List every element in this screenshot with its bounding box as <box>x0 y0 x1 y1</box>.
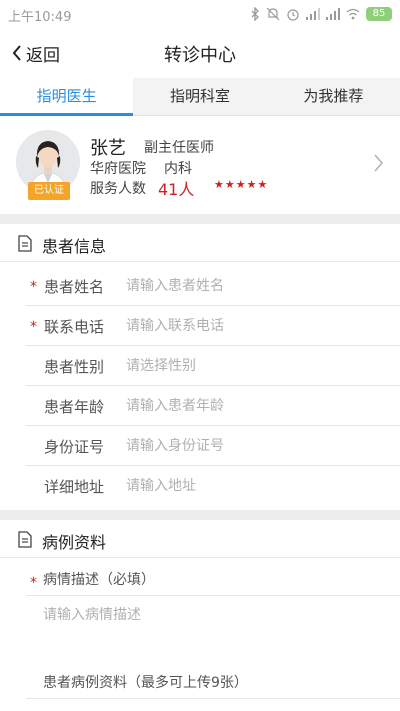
star-icon: ★ <box>214 178 224 191</box>
page-title: 转诊中心 <box>164 45 236 66</box>
patient-info-header: 患者信息 <box>0 224 400 262</box>
chevron-right-icon <box>374 154 383 172</box>
battery-icon: 85 <box>366 7 392 21</box>
signal-icon <box>306 8 320 20</box>
doctor-card[interactable]: 已认证 张艺 副主任医师 华府医院 内科 服务人数 41人 ★ ★ ★ ★ ★ <box>0 116 400 214</box>
contact-phone-input[interactable] <box>126 315 376 337</box>
back-label: 返回 <box>26 45 60 66</box>
description-textarea[interactable] <box>43 604 383 654</box>
doctor-department: 内科 <box>164 161 192 177</box>
patient-age-label: 患者年龄 <box>44 398 105 416</box>
bluetooth-icon <box>251 7 259 21</box>
patient-gender-select[interactable] <box>126 355 376 377</box>
address-label: 详细地址 <box>44 478 105 496</box>
case-info-title: 病例资料 <box>42 533 107 552</box>
required-mark: * <box>30 575 37 591</box>
contact-phone-row: * 联系电话 <box>26 306 400 346</box>
tab-bar: 指明医生 指明科室 为我推荐 <box>0 78 400 116</box>
signal-icon <box>326 8 340 20</box>
divider <box>26 698 400 699</box>
required-mark: * <box>30 319 37 335</box>
patient-info-title: 患者信息 <box>42 237 107 256</box>
tab-specified-department[interactable]: 指明科室 <box>133 78 266 115</box>
mute-icon <box>266 7 280 21</box>
contact-phone-label: 联系电话 <box>44 318 105 336</box>
divider <box>26 595 400 596</box>
address-input[interactable] <box>126 475 376 497</box>
document-icon <box>18 235 32 252</box>
address-row: 详细地址 <box>26 466 400 506</box>
star-icon: ★ <box>257 178 268 191</box>
patient-age-row: 患者年龄 <box>26 386 400 426</box>
rating-stars: ★ ★ ★ ★ ★ <box>214 179 267 191</box>
alarm-icon <box>287 9 299 21</box>
tab-recommend-for-me[interactable]: 为我推荐 <box>267 78 400 115</box>
id-number-input[interactable] <box>126 435 376 457</box>
status-bar: 上午10:49 85 <box>0 0 400 28</box>
doctor-title: 副主任医师 <box>144 140 214 156</box>
verified-badge: 已认证 <box>28 182 70 200</box>
patient-name-label: 患者姓名 <box>44 278 105 296</box>
section-divider <box>0 214 400 224</box>
status-icons: 85 <box>250 6 392 22</box>
back-button[interactable]: 返回 <box>12 41 60 66</box>
tab-specified-doctor[interactable]: 指明医生 <box>0 78 134 116</box>
id-number-row: 身份证号 <box>26 426 400 466</box>
doctor-hospital: 华府医院 <box>90 161 146 177</box>
id-number-label: 身份证号 <box>44 438 105 456</box>
document-icon <box>18 531 32 548</box>
upload-records-label: 患者病例资料（最多可上传9张） <box>43 675 248 691</box>
avatar-wrap: 已认证 <box>16 130 80 200</box>
star-icon: ★ <box>246 178 257 191</box>
doctor-name: 张艺 <box>90 138 126 159</box>
patient-gender-row: 患者性别 <box>26 346 400 386</box>
description-label: 病情描述（必填） <box>43 572 155 588</box>
patient-name-row: * 患者姓名 <box>26 266 400 306</box>
section-divider <box>0 510 400 520</box>
served-count-value: 41人 <box>158 180 195 199</box>
chevron-left-icon <box>12 45 21 61</box>
status-time: 上午10:49 <box>8 10 72 25</box>
patient-gender-label: 患者性别 <box>44 358 105 376</box>
patient-name-input[interactable] <box>126 275 376 297</box>
case-info-header: 病例资料 <box>0 520 400 558</box>
nav-bar: 返回 转诊中心 <box>0 28 400 78</box>
wifi-icon <box>346 8 360 20</box>
star-icon: ★ <box>224 178 235 191</box>
served-count-label: 服务人数 <box>90 181 146 197</box>
star-icon: ★ <box>235 178 246 191</box>
patient-age-input[interactable] <box>126 395 376 417</box>
required-mark: * <box>30 279 37 295</box>
